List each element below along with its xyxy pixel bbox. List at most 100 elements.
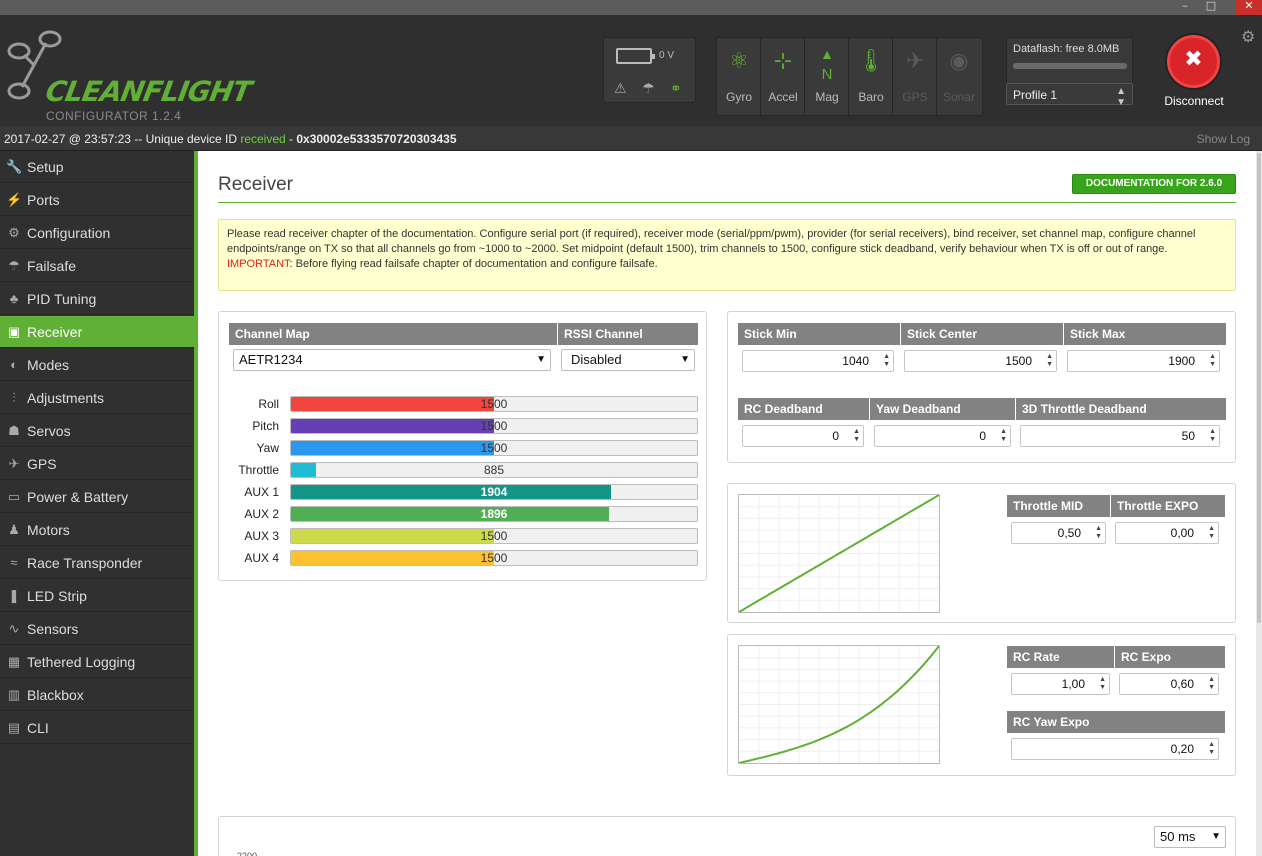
gyro-icon: ⚛ [729, 48, 749, 73]
disconnect-button[interactable]: ✖ [1167, 35, 1220, 88]
sidebar-item-servos[interactable]: ☗ Servos [0, 415, 194, 447]
sidebar-item-label: Setup [27, 159, 64, 175]
rc-deadband-header: RC Deadband [738, 398, 869, 420]
updown-icon: ▲ ▼ [1116, 86, 1126, 108]
sidebar-item-ports[interactable]: ⚡ Ports [0, 184, 194, 216]
sonar-icon: ◉ [949, 48, 969, 73]
channel-value: 1500 [480, 551, 508, 565]
documentation-button[interactable]: DOCUMENTATION FOR 2.6.0 [1072, 174, 1236, 194]
battery-voltage: 0 V [659, 50, 675, 61]
sidebar-item-modes[interactable]: ◐ Modes [0, 349, 194, 381]
channel-label: Throttle [238, 463, 279, 477]
sidebar-item-label: Adjustments [27, 390, 105, 406]
wrench-icon: 🔧 [6, 159, 23, 174]
throttle-mid-header: Throttle MID [1007, 495, 1110, 517]
sidebar-item-failsafe[interactable]: ☂ Failsafe [0, 250, 194, 282]
throttle-expo-input[interactable]: 0,00 ▲ ▼ [1115, 522, 1219, 544]
spinner-icon[interactable]: ▲ ▼ [1208, 741, 1215, 757]
sidebar-item-label: Blackbox [27, 687, 84, 703]
sidebar-item-setup[interactable]: 🔧 Setup [0, 151, 194, 183]
sidebar-item-led-strip[interactable]: ❚ LED Strip [0, 580, 194, 612]
link-icon: ⚭ [670, 80, 682, 96]
sidebar-item-label: Failsafe [27, 258, 77, 274]
stick-settings-box: Stick Min Stick Center Stick Max 1040 ▲ ▼ … [727, 311, 1236, 463]
yaw-deadband-header: Yaw Deadband [870, 398, 1015, 420]
spinner-icon[interactable]: ▲ ▼ [853, 428, 860, 444]
rc-rate-input[interactable]: 1,00 ▲ ▼ [1011, 673, 1110, 695]
pid-icon: ♣ [9, 291, 19, 306]
close-button[interactable]: ✕ [1236, 0, 1262, 15]
pulse-icon: ∿ [8, 621, 20, 636]
spinner-icon[interactable]: ▲ ▼ [1000, 428, 1007, 444]
channel-label: AUX 2 [244, 507, 279, 521]
app-version: CONFIGURATOR 1.2.4 [46, 109, 182, 123]
rc-rate-header: RC Rate [1007, 646, 1114, 668]
parachute-icon: ☂ [8, 258, 20, 273]
sidebar-item-gps[interactable]: ✈ GPS [0, 448, 194, 480]
battery-panel: 0 V ⚠ ☂ ⚭ [603, 37, 696, 103]
sidebar-item-race-transponder[interactable]: ≈ Race Transponder [0, 547, 194, 579]
sidebar-item-adjustments[interactable]: ⫶ Adjustments [0, 382, 194, 414]
sidebar-item-configuration[interactable]: ⚙ Configuration [0, 217, 194, 249]
sensor-status-panel: ⚛ Gyro ⊹ Accel ▲ Mag N 🌡 Baro ✈ GPS ◉ Sonar [716, 37, 983, 116]
logo-wordmark: CLEANFLIGHT [43, 75, 254, 108]
channel-value: 885 [483, 463, 505, 477]
sidebar-item-cli[interactable]: ▤ CLI [0, 712, 194, 744]
rc-deadband-input[interactable]: 0 ▲ ▼ [742, 425, 864, 447]
throttle-mid-input[interactable]: 0,50 ▲ ▼ [1011, 522, 1106, 544]
sensor-gyro: ⚛ Gyro [717, 38, 761, 115]
spinner-icon[interactable]: ▲ ▼ [1095, 525, 1102, 541]
channel-bar-aux-3: 1500 [290, 528, 698, 544]
maximize-button[interactable]: □ [1198, 0, 1224, 15]
profile-select[interactable]: Profile 1 ▲ ▼ [1006, 83, 1133, 108]
rc-curve-svg [738, 645, 940, 764]
stick-max-input[interactable]: 1900 ▲ ▼ [1067, 350, 1220, 372]
settings-gear-icon[interactable]: ⚙ [1241, 27, 1255, 47]
refresh-rate-select[interactable]: 50 ms ▼ [1154, 826, 1226, 848]
spinner-icon[interactable]: ▲ ▼ [1208, 676, 1215, 692]
minimize-button[interactable]: – [1172, 0, 1198, 15]
sidebar-item-pid-tuning[interactable]: ♣ PID Tuning [0, 283, 194, 315]
baro-icon: 🌡 [857, 48, 885, 73]
sensor-label: GPS [902, 90, 928, 104]
channel-bar-roll: 1500 [290, 396, 698, 412]
battery-icon: ▭ [7, 489, 21, 504]
rc-expo-header: RC Expo [1115, 646, 1225, 668]
stick-min-header: Stick Min [738, 323, 900, 345]
3d-throttle-deadband-input[interactable]: 50 ▲ ▼ [1020, 425, 1220, 447]
satellite-icon: ✈ [8, 456, 20, 471]
throttle-curve-box: Throttle MID Throttle EXPO 0,50 ▲ ▼ 0,00 ▲ ▼ [727, 483, 1236, 623]
spinner-icon[interactable]: ▲ ▼ [1209, 353, 1216, 369]
sidebar-item-label: Power & Battery [27, 489, 129, 505]
yaw-deadband-input[interactable]: 0 ▲ ▼ [874, 425, 1011, 447]
stick-min-input[interactable]: 1040 ▲ ▼ [742, 350, 894, 372]
channel-map-input[interactable]: AETR1234 ▼ [233, 349, 551, 371]
failsafe-icon: ☂ [642, 80, 655, 96]
sidebar-item-label: Tethered Logging [27, 654, 136, 670]
spinner-icon[interactable]: ▲ ▼ [1208, 525, 1215, 541]
gear-icon: ⚙ [8, 225, 20, 240]
rc-expo-input[interactable]: 0,60 ▲ ▼ [1119, 673, 1219, 695]
north-letter: N [821, 66, 833, 83]
scrollbar-thumb[interactable] [1257, 153, 1261, 623]
rssi-channel-select[interactable]: Disabled ▼ [561, 349, 695, 371]
spinner-icon[interactable]: ▲ ▼ [1046, 353, 1053, 369]
sidebar-item-tethered-logging[interactable]: ▦ Tethered Logging [0, 646, 194, 678]
sidebar-item-motors[interactable]: ♟ Motors [0, 514, 194, 546]
show-log-link[interactable]: Show Log [1197, 132, 1250, 146]
sidebar-item-label: Ports [27, 192, 60, 208]
stick-center-input[interactable]: 1500 ▲ ▼ [904, 350, 1057, 372]
disconnect-label[interactable]: Disconnect [1150, 94, 1238, 108]
spinner-icon[interactable]: ▲ ▼ [1209, 428, 1216, 444]
rssi-channel-header: RSSI Channel [558, 323, 698, 345]
sidebar-item-power-battery[interactable]: ▭ Power & Battery [0, 481, 194, 513]
throttle-curve-graph [738, 494, 940, 613]
sidebar-item-sensors[interactable]: ∿ Sensors [0, 613, 194, 645]
spinner-icon[interactable]: ▲ ▼ [1099, 676, 1106, 692]
sidebar-item-receiver[interactable]: ▣ Receiver [0, 316, 194, 348]
channel-bar-aux-4: 1500 [290, 550, 698, 566]
spinner-icon[interactable]: ▲ ▼ [883, 353, 890, 369]
dropdown-arrow-icon: ▼ [536, 354, 546, 365]
rc-yaw-expo-input[interactable]: 0,20 ▲ ▼ [1011, 738, 1219, 760]
sidebar-item-blackbox[interactable]: ▥ Blackbox [0, 679, 194, 711]
